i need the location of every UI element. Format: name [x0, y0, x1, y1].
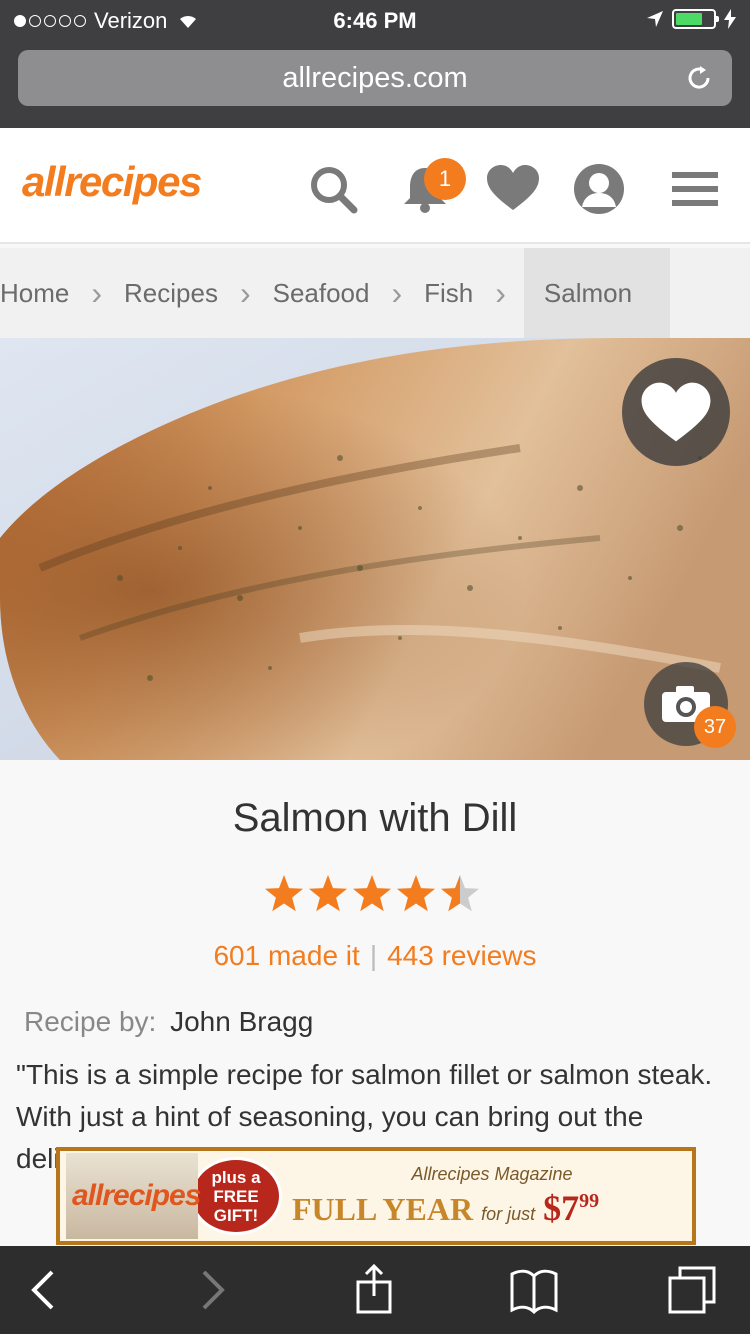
recipe-byline: Recipe by: John Bragg — [24, 1006, 313, 1038]
back-icon[interactable] — [18, 1264, 70, 1316]
allrecipes-logo[interactable]: allrecipes — [22, 158, 202, 206]
chevron-right-icon: › — [391, 274, 403, 311]
browser-toolbar — [0, 1246, 750, 1334]
recipe-title: Salmon with Dill — [232, 796, 518, 840]
gift-line-1: plus a — [211, 1167, 261, 1187]
heart-icon — [641, 382, 711, 442]
magazine-logo: allrecipes — [72, 1179, 201, 1212]
chevron-right-icon: › — [239, 274, 251, 311]
ad-headline: FULL YEAR — [292, 1190, 474, 1227]
notification-badge: 1 — [424, 158, 466, 200]
reload-icon[interactable] — [684, 63, 714, 93]
photo-count-badge: 37 — [694, 706, 736, 748]
search-icon[interactable] — [304, 160, 362, 218]
ad-offer: Allrecipes Magazine FULL YEAR for just $… — [282, 1164, 692, 1229]
ad-price-cents: 99 — [579, 1189, 600, 1212]
browser-chrome: Verizon 6:46 PM allrecipes.com — [0, 0, 750, 128]
menu-icon[interactable] — [666, 160, 724, 218]
battery-icon — [672, 9, 719, 29]
ad-price-dollars: $7 — [543, 1187, 580, 1228]
divider: | — [369, 940, 378, 971]
star-icon — [265, 875, 303, 912]
url-text: allrecipes.com — [282, 61, 468, 94]
share-icon[interactable] — [348, 1264, 400, 1316]
status-right — [646, 9, 736, 29]
magazine-cover: allrecipes — [66, 1153, 201, 1239]
clock: 6:46 PM — [333, 8, 417, 33]
magazine-name: Allrecipes Magazine — [411, 1163, 573, 1184]
address-bar[interactable]: allrecipes.com — [18, 50, 732, 106]
bookmarks-icon[interactable] — [508, 1264, 560, 1316]
breadcrumb-seafood[interactable]: Seafood — [261, 278, 382, 309]
gift-line-3: GIFT! — [213, 1205, 259, 1225]
star-icon — [353, 875, 391, 912]
heart-icon[interactable] — [484, 160, 542, 218]
chevron-right-icon: › — [91, 274, 103, 311]
breadcrumb: Home › Recipes › Seafood › Fish › Salmon — [0, 248, 750, 338]
status-bar: Verizon 6:46 PM — [0, 0, 750, 40]
ad-deal: FULL YEAR for just $799 — [292, 1187, 692, 1229]
site-header: allrecipes 1 — [0, 128, 750, 244]
made-it-link[interactable]: 601 made it — [213, 940, 359, 971]
save-favorite-button[interactable] — [622, 358, 730, 466]
star-icon — [397, 875, 435, 912]
author-link[interactable]: John Bragg — [170, 1006, 313, 1037]
breadcrumb-recipes[interactable]: Recipes — [112, 278, 230, 309]
tabs-icon[interactable] — [666, 1264, 718, 1316]
ad-for-just: for just — [481, 1203, 536, 1224]
star-icon — [309, 875, 347, 912]
breadcrumb-fish[interactable]: Fish — [412, 278, 485, 309]
recipe-stats: 601 made it | 443 reviews — [0, 940, 750, 972]
star-rating[interactable] — [262, 874, 482, 916]
magazine-ad-banner[interactable]: allrecipes plus a FREE GIFT! Allrecipes … — [56, 1147, 696, 1245]
ad-price: $799 — [543, 1187, 599, 1229]
gift-line-2: FREE — [213, 1186, 259, 1206]
chevron-right-icon: › — [495, 274, 506, 311]
reviews-link[interactable]: 443 reviews — [387, 940, 536, 971]
free-gift-badge: plus a FREE GIFT! — [190, 1157, 282, 1235]
star-icon — [441, 875, 479, 912]
charging-bolt-icon — [724, 9, 736, 29]
location-arrow-icon — [647, 11, 663, 27]
breadcrumb-salmon[interactable]: Salmon — [523, 248, 671, 338]
user-icon[interactable] — [570, 160, 628, 218]
forward-icon[interactable] — [186, 1264, 238, 1316]
byline-label: Recipe by: — [24, 1006, 157, 1037]
breadcrumb-home[interactable]: Home — [0, 278, 81, 309]
